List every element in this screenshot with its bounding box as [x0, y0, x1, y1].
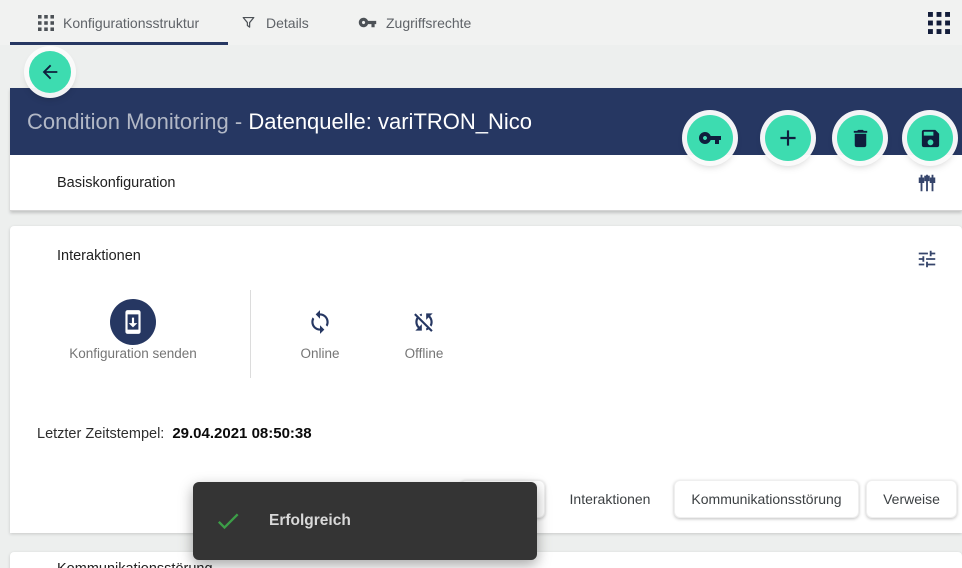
online-button[interactable]: [307, 309, 333, 335]
grid-icon: [38, 15, 54, 31]
tab-label: Details: [266, 15, 309, 31]
save-button[interactable]: [907, 115, 953, 161]
send-configuration-button[interactable]: [110, 299, 156, 345]
tab-details[interactable]: Details: [240, 0, 309, 45]
check-icon: [214, 507, 242, 535]
key-icon: [698, 126, 722, 150]
tab-zugriffsrechte[interactable]: Zugriffsrechte: [358, 0, 471, 45]
interaktionen-title: Interaktionen: [57, 248, 141, 264]
back-arrow-icon: [39, 61, 61, 83]
send-configuration-label: Konfiguration senden: [30, 346, 236, 361]
nav-kommunikationsstoerung[interactable]: Kommunikationsstörung: [674, 480, 859, 518]
config-card: Condition Monitoring - Datenquelle: vari…: [10, 88, 962, 211]
page-title: Condition Monitoring - Datenquelle: vari…: [27, 88, 532, 155]
system-update-icon: [120, 309, 146, 335]
delete-button[interactable]: [837, 115, 883, 161]
apps-grid-icon[interactable]: [928, 12, 950, 34]
timestamp-label: Letzter Zeitstempel:: [37, 426, 164, 442]
nav-verweise[interactable]: Verweise: [866, 480, 957, 518]
online-label: Online: [280, 346, 360, 361]
toast-message: Erfolgreich: [269, 512, 351, 530]
plus-icon: [775, 125, 801, 151]
tab-label: Konfigurationsstruktur: [63, 15, 199, 31]
top-tab-bar: Konfigurationsstruktur Details Zugriffsr…: [0, 0, 962, 45]
basiskonfiguration-title: Basiskonfiguration: [57, 175, 176, 191]
timestamp-row: Letzter Zeitstempel: 29.04.2021 08:50:38: [37, 425, 312, 442]
tab-label: Zugriffsrechte: [386, 15, 471, 31]
access-key-button[interactable]: [687, 115, 733, 161]
offline-label: Offline: [384, 346, 464, 361]
filter-icon: [240, 14, 257, 31]
save-icon: [919, 127, 942, 150]
tune-icon[interactable]: [916, 248, 938, 270]
divider: [250, 290, 251, 378]
active-tab-indicator: [10, 42, 228, 45]
page-title-main: Datenquelle: variTRON_Nico: [248, 109, 532, 134]
app-window: Konfigurationsstruktur Details Zugriffsr…: [0, 0, 962, 568]
page-header: Condition Monitoring - Datenquelle: vari…: [10, 88, 962, 155]
sync-disabled-icon: [411, 309, 437, 335]
nav-interaktionen[interactable]: Interaktionen: [568, 480, 652, 518]
tab-konfigurationsstruktur[interactable]: Konfigurationsstruktur: [38, 0, 199, 45]
key-icon: [358, 13, 377, 32]
offline-button[interactable]: [411, 309, 437, 335]
page-title-prefix: Condition Monitoring -: [27, 109, 248, 134]
add-button[interactable]: [765, 115, 811, 161]
vertical-sliders-icon[interactable]: [916, 172, 938, 194]
basiskonfiguration-row: Basiskonfiguration: [10, 155, 962, 210]
back-button[interactable]: [29, 51, 71, 93]
trash-icon: [849, 127, 872, 150]
timestamp-value: 29.04.2021 08:50:38: [172, 425, 311, 442]
sync-icon: [307, 309, 333, 335]
kommunikationsstoerung-title: Kommunikationsstörung: [57, 561, 213, 568]
success-toast: Erfolgreich: [193, 482, 537, 560]
